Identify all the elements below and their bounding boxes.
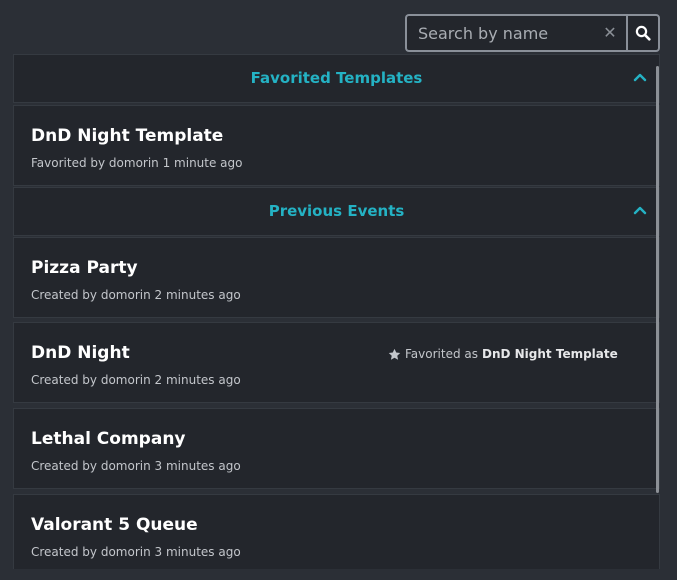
item-title: DnD Night Template bbox=[31, 126, 224, 146]
item-title: DnD Night bbox=[31, 343, 130, 363]
list-item-pizza-party[interactable]: Pizza Party Created by domorin 2 minutes… bbox=[13, 237, 660, 318]
list-item-dnd-night-template[interactable]: DnD Night Template Favorited by domorin … bbox=[13, 105, 660, 186]
item-subtitle: Favorited by domorin 1 minute ago bbox=[31, 156, 243, 170]
search-input[interactable] bbox=[407, 16, 598, 50]
item-title: Lethal Company bbox=[31, 429, 186, 449]
item-subtitle: Created by domorin 3 minutes ago bbox=[31, 459, 241, 473]
close-icon[interactable]: ✕ bbox=[602, 25, 618, 41]
app-root: ✕ Favorited Templates DnD Night Template… bbox=[0, 0, 677, 580]
item-subtitle: Created by domorin 3 minutes ago bbox=[31, 545, 241, 559]
item-title: Pizza Party bbox=[31, 258, 138, 278]
list-item-valorant-5-queue[interactable]: Valorant 5 Queue Created by domorin 3 mi… bbox=[13, 494, 660, 569]
section-header-favorited-templates[interactable]: Favorited Templates bbox=[13, 54, 660, 103]
favorite-note-prefix: Favorited as bbox=[405, 347, 478, 361]
item-subtitle: Created by domorin 2 minutes ago bbox=[31, 288, 241, 302]
chevron-up-icon[interactable] bbox=[633, 72, 647, 82]
search-field: ✕ bbox=[405, 14, 626, 52]
list-item-lethal-company[interactable]: Lethal Company Created by domorin 3 minu… bbox=[13, 408, 660, 489]
item-subtitle: Created by domorin 2 minutes ago bbox=[31, 373, 241, 387]
favorite-note: Favorited as DnD Night Template bbox=[388, 347, 618, 361]
list-item-dnd-night[interactable]: DnD Night Created by domorin 2 minutes a… bbox=[13, 322, 660, 403]
chevron-up-icon[interactable] bbox=[633, 205, 647, 215]
star-icon bbox=[388, 348, 401, 360]
search-bar: ✕ bbox=[405, 14, 660, 52]
search-icon bbox=[635, 25, 651, 41]
search-button[interactable] bbox=[626, 14, 660, 52]
section-header-previous-events[interactable]: Previous Events bbox=[13, 187, 660, 236]
section-title: Favorited Templates bbox=[250, 69, 423, 87]
favorite-note-template: DnD Night Template bbox=[482, 347, 618, 361]
events-panel: Favorited Templates DnD Night Template F… bbox=[13, 54, 660, 569]
item-title: Valorant 5 Queue bbox=[31, 515, 198, 535]
section-title: Previous Events bbox=[268, 202, 405, 220]
scrollbar-thumb[interactable] bbox=[656, 66, 659, 493]
